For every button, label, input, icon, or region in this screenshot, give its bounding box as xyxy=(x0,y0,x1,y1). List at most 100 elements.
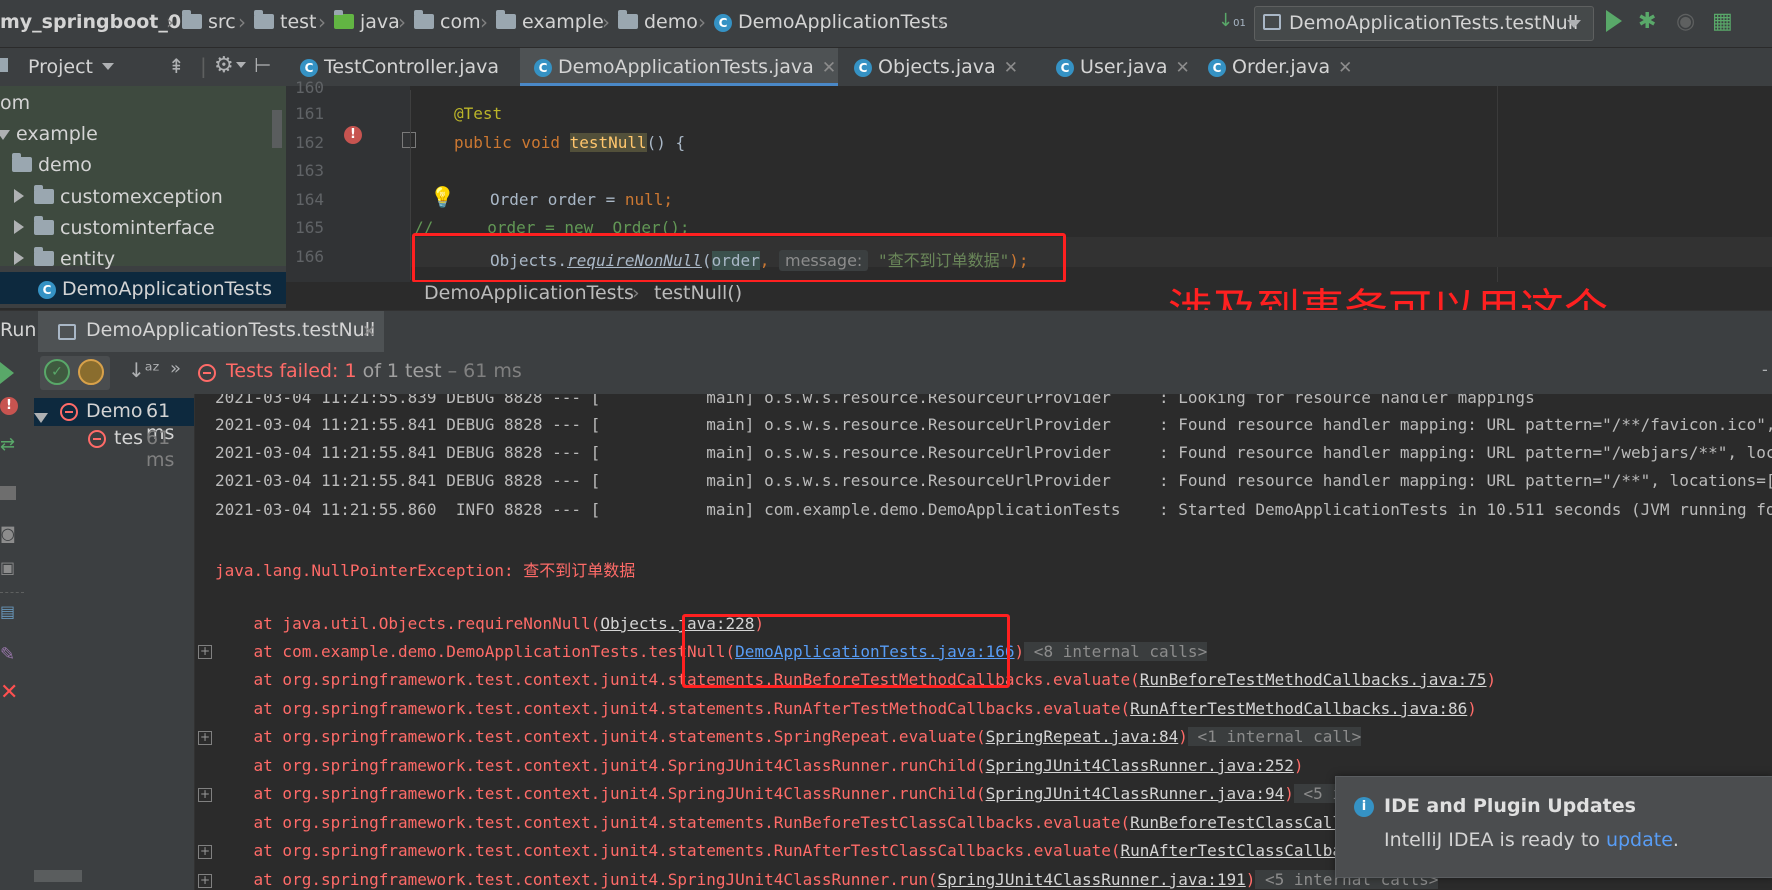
snapshot-icon[interactable]: ◙ xyxy=(0,524,16,543)
test-folder-highlight xyxy=(0,86,286,266)
close-icon[interactable]: ✕ xyxy=(822,58,836,78)
gear-icon[interactable]: ⚙ xyxy=(214,53,234,78)
more-icon[interactable]: ‑ xyxy=(1762,360,1768,379)
breadcrumb-demo[interactable]: demo xyxy=(618,10,698,33)
class-icon: C xyxy=(714,14,732,32)
code-line-164: Order order = null; xyxy=(490,190,674,209)
lightbulb-icon[interactable]: 💡 xyxy=(430,185,455,209)
notification-body: IntelliJ IDEA is ready to update. xyxy=(1384,829,1679,851)
test-method-name[interactable]: tes xyxy=(114,427,144,449)
breadcrumb-com[interactable]: com xyxy=(414,10,481,33)
layout-icon[interactable]: ▤ xyxy=(0,602,15,621)
log-line: 2021-03-04 11:21:55.839 DEBUG 8828 --- [… xyxy=(215,394,1535,407)
close-icon[interactable]: ✕ xyxy=(362,322,376,342)
test-failed-icon[interactable]: ! xyxy=(344,126,362,144)
stop-icon[interactable] xyxy=(0,486,16,500)
source-link[interactable]: SpringRepeat.java:84 xyxy=(986,727,1179,746)
chevron-down-icon xyxy=(0,130,10,140)
scrollbar-thumb[interactable] xyxy=(34,870,82,882)
profile-icon[interactable]: ▦ xyxy=(1712,9,1733,34)
breadcrumb-test[interactable]: test xyxy=(254,10,317,33)
tree-item-custominterface[interactable]: custominterface xyxy=(14,216,215,239)
folder-icon xyxy=(334,10,354,29)
stack-line: at org.springframework.test.context.juni… xyxy=(215,727,1362,746)
source-link[interactable]: SpringJUnit4ClassRunner.java:94 xyxy=(986,784,1285,803)
run-tab[interactable]: DemoApplicationTests.testNull ✕ xyxy=(38,311,384,353)
chevron-down-icon[interactable] xyxy=(34,408,48,427)
export-icon[interactable]: ▣ xyxy=(0,558,15,577)
tree-item-demoapplicationtests[interactable]: C DemoApplicationTests xyxy=(38,278,272,300)
line-number: 160 xyxy=(295,78,324,97)
info-icon: i xyxy=(1354,797,1374,817)
run-icon[interactable] xyxy=(1606,10,1622,32)
toggle-autotest-icon[interactable]: ⇄ xyxy=(0,434,15,455)
chevron-down-icon[interactable] xyxy=(236,62,246,68)
test-method-time: 61 ms xyxy=(146,427,175,471)
tab-objects[interactable]: C Objects.java ✕ xyxy=(840,48,1040,86)
tree-item-customexception[interactable]: customexception xyxy=(14,185,223,208)
update-link[interactable]: update xyxy=(1606,829,1673,851)
breadcrumb-java[interactable]: java xyxy=(334,10,400,33)
coverage-icon[interactable]: ◉ xyxy=(1676,9,1695,34)
close-icon[interactable]: ✕ xyxy=(1175,58,1189,78)
folder-icon xyxy=(182,10,202,29)
expand-icon[interactable]: + xyxy=(198,731,212,745)
folded-frames[interactable]: <8 internal calls> xyxy=(1024,642,1208,661)
tree-item-om[interactable]: om xyxy=(0,92,30,114)
more-icon[interactable]: » xyxy=(170,358,181,379)
project-tree: om example demo customexception customin… xyxy=(0,86,286,308)
chevron-right-icon xyxy=(14,220,24,234)
debug-icon[interactable]: ✱ xyxy=(1638,9,1656,34)
expand-icon[interactable]: + xyxy=(198,845,212,859)
run-label: Run: xyxy=(0,319,43,341)
build-icon[interactable]: ↓01 xyxy=(1218,10,1246,31)
rerun-failed-icon[interactable]: ! xyxy=(0,397,18,415)
package-icon xyxy=(618,10,638,29)
run-configuration-select[interactable]: DemoApplicationTests.testNull xyxy=(1254,6,1594,41)
close-icon[interactable]: ✕ xyxy=(1338,58,1352,78)
breadcrumb-class[interactable]: C DemoApplicationTests xyxy=(714,11,948,33)
source-link[interactable]: RunBeforeTestMethodCallbacks.java:75 xyxy=(1140,670,1487,689)
expand-icon[interactable]: + xyxy=(198,874,212,888)
expand-icon[interactable]: + xyxy=(198,645,212,659)
expand-icon[interactable]: + xyxy=(198,788,212,802)
tree-item-example[interactable]: example xyxy=(0,123,98,145)
close-icon[interactable]: ✕ xyxy=(0,680,18,705)
source-link[interactable]: SpringJUnit4ClassRunner.java:191 xyxy=(937,870,1245,889)
indent-guide xyxy=(410,90,411,280)
breadcrumb-separator: › xyxy=(238,10,246,34)
chevron-down-icon[interactable] xyxy=(102,63,114,70)
show-passed-icon[interactable]: ✓ xyxy=(44,359,70,385)
close-icon[interactable]: ✕ xyxy=(1004,58,1018,78)
show-ignored-icon[interactable] xyxy=(78,359,104,385)
fold-icon[interactable] xyxy=(402,132,416,148)
tab-user[interactable]: C User.java ✕ xyxy=(1042,48,1192,86)
hide-panel-icon[interactable]: ⊢ xyxy=(254,53,271,77)
breadcrumb-separator: › xyxy=(398,10,406,34)
package-icon xyxy=(34,247,54,266)
tab-order[interactable]: C Order.java ✕ xyxy=(1194,48,1364,86)
breadcrumb-src[interactable]: src xyxy=(182,10,236,33)
run-side-toolbar: ! ⇄ ◙ ▣ ▤ ✎ ✕ xyxy=(0,362,34,890)
source-link[interactable]: RunAfterTestMethodCallbacks.java:86 xyxy=(1130,699,1467,718)
project-panel-title[interactable]: Project xyxy=(28,56,93,78)
test-suite-name[interactable]: Demo xyxy=(86,400,146,422)
breadcrumb-separator: › xyxy=(318,10,326,34)
failed-status-icon xyxy=(60,403,78,421)
rerun-icon[interactable] xyxy=(0,362,14,384)
tree-item-demo[interactable]: demo xyxy=(12,153,92,176)
scrollbar-thumb[interactable] xyxy=(272,110,282,148)
update-notification[interactable]: i IDE and Plugin Updates IntelliJ IDEA i… xyxy=(1335,776,1772,878)
source-link[interactable]: SpringJUnit4ClassRunner.java:252 xyxy=(986,756,1294,775)
breadcrumb-method[interactable]: testNull() xyxy=(654,282,742,304)
breadcrumb-example[interactable]: example xyxy=(496,10,604,33)
tree-item-entity[interactable]: entity xyxy=(14,247,115,270)
pin-icon[interactable]: ✎ xyxy=(0,644,15,665)
collapse-all-icon[interactable]: ⇞ xyxy=(168,54,185,78)
tab-demoapplicationtests[interactable]: C DemoApplicationTests.java ✕ xyxy=(520,48,838,86)
breadcrumb-class[interactable]: DemoApplicationTests xyxy=(424,282,634,304)
sort-alpha-icon[interactable]: ↓ᵃᶻ xyxy=(128,358,160,382)
log-line: 2021-03-04 11:21:55.841 DEBUG 8828 --- [… xyxy=(215,415,1772,434)
stack-line: at org.springframework.test.context.juni… xyxy=(215,699,1477,718)
folded-frames[interactable]: <1 internal call> xyxy=(1187,727,1362,746)
